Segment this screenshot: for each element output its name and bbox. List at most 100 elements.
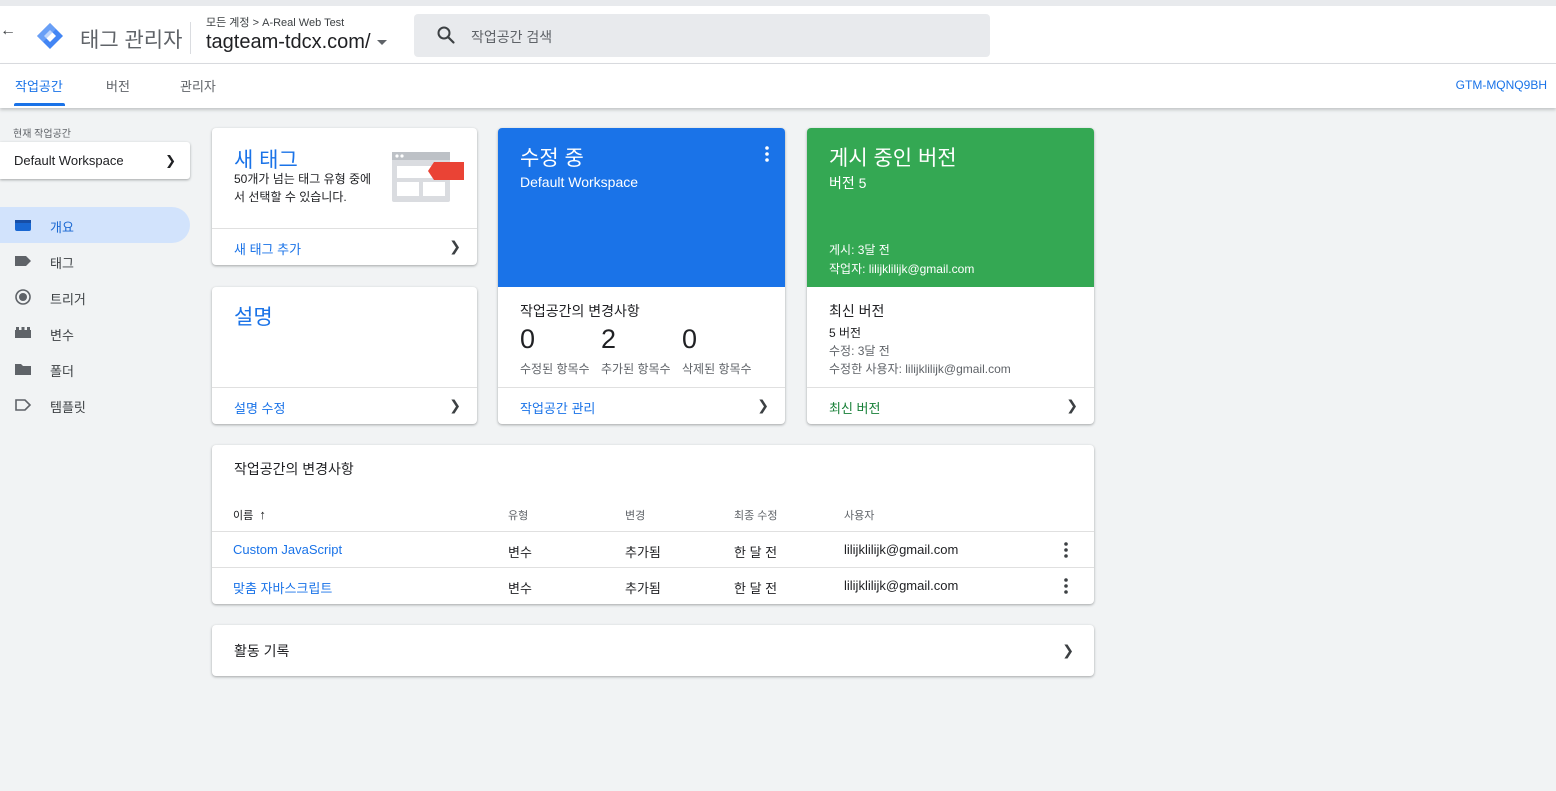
chevron-right-icon: ❯ (165, 153, 176, 168)
modified-count: 0 (520, 324, 536, 354)
deleted-stat: 0 삭제된 항목수 (682, 324, 752, 377)
search-icon (437, 26, 455, 44)
latest-modified-by: 수정한 사용자: lilijklilijk@gmail.com (829, 362, 1011, 376)
added-stat: 2 추가된 항목수 (601, 324, 671, 377)
sidebar-item-overview[interactable]: 개요 (0, 207, 190, 243)
row-last-modified: 한 달 전 (734, 545, 778, 560)
live-version-hero: 게시 중인 버전 버전 5 게시: 3달 전 작업자: lilijklilijk… (807, 128, 1094, 287)
row-user: lilijklilijk@gmail.com (844, 542, 959, 557)
column-header-last-modified[interactable]: 최종 수정 (734, 507, 778, 523)
current-workspace-label: 현재 작업공간 (13, 129, 71, 140)
sidebar-item-label: 트리거 (50, 292, 86, 307)
live-version-title: 게시 중인 버전 (829, 147, 957, 170)
sidebar-item-tags[interactable]: 태그 (0, 243, 190, 279)
description-title: 설명 (234, 306, 273, 329)
modified-stat: 0 수정된 항목수 (520, 324, 590, 377)
chevron-right-icon: ❯ (1066, 397, 1078, 413)
arrow-left-icon[interactable]: ← (0, 22, 16, 44)
edit-description-label: 설명 수정 (234, 401, 286, 416)
breadcrumb[interactable]: 모든 계정 > A-Real Web Test (206, 14, 344, 30)
table-row[interactable]: Custom JavaScript 변수 추가됨 한 달 전 lilijklil… (212, 532, 1094, 568)
workspace-search[interactable]: 작업공간 검색 (414, 14, 990, 57)
add-new-tag-link[interactable]: 새 태그 추가 ❯ (212, 228, 477, 265)
activity-history-label: 활동 기록 (234, 643, 290, 659)
latest-version-link[interactable]: 최신 버전 ❯ (807, 387, 1094, 424)
breadcrumb-account[interactable]: A-Real Web Test (262, 17, 344, 29)
more-vert-icon[interactable] (765, 146, 769, 162)
editing-title: 수정 중 (520, 147, 584, 170)
header-divider (190, 22, 191, 54)
latest-version-label: 최신 버전 (829, 401, 881, 416)
add-new-tag-label: 새 태그 추가 (234, 242, 302, 257)
latest-version-number: 5 버전 (829, 326, 862, 340)
edit-description-link[interactable]: 설명 수정 ❯ (212, 387, 477, 424)
chevron-right-icon: ❯ (449, 238, 461, 254)
live-version-number: 버전 5 (829, 175, 867, 191)
trigger-icon (15, 289, 31, 305)
sidebar-item-label: 개요 (50, 220, 74, 235)
chevron-right-icon: ❯ (449, 397, 461, 413)
row-user: lilijklilijk@gmail.com (844, 578, 959, 593)
sidebar-item-label: 템플릿 (50, 400, 86, 415)
column-header-name[interactable]: 이름 ↑ (233, 507, 266, 523)
tab-admin[interactable]: 관리자 (180, 76, 216, 95)
search-input[interactable]: 작업공간 검색 (471, 27, 552, 47)
folder-icon (15, 364, 31, 375)
container-selector[interactable]: tagteam-tdcx.com/ (206, 31, 387, 54)
caret-down-icon (376, 40, 387, 46)
editing-hero: 수정 중 Default Workspace (498, 128, 785, 287)
column-header-name-label: 이름 (233, 510, 254, 522)
tab-versions[interactable]: 버전 (106, 76, 130, 95)
row-name-link[interactable]: 맞춤 자바스크립트 (233, 578, 332, 597)
column-header-type[interactable]: 유형 (508, 507, 528, 523)
editing-workspace-name: Default Workspace (520, 174, 639, 190)
row-last-modified: 한 달 전 (734, 581, 778, 596)
breadcrumb-root[interactable]: 모든 계정 (206, 17, 250, 29)
row-type: 변수 (508, 545, 532, 560)
manage-workspaces-link[interactable]: 작업공간 관리 ❯ (498, 387, 785, 424)
sidebar-item-folders[interactable]: 폴더 (0, 351, 190, 387)
workspace-changes-table-title: 작업공간의 변경사항 (234, 461, 354, 477)
container-id[interactable]: GTM-MQNQ9BH (1456, 78, 1547, 92)
published-author: 작업자: lilijklilijk@gmail.com (829, 262, 975, 276)
sidebar-item-variables[interactable]: 변수 (0, 315, 190, 351)
variable-icon (15, 327, 31, 338)
workspace-changes-title: 작업공간의 변경사항 (520, 303, 640, 319)
manage-workspaces-label: 작업공간 관리 (520, 401, 596, 416)
sidebar-item-label: 태그 (50, 256, 74, 271)
deleted-label: 삭제된 항목수 (682, 362, 752, 376)
container-name: tagteam-tdcx.com/ (206, 31, 371, 53)
added-count: 2 (601, 324, 617, 354)
new-tag-description: 50개가 넘는 태그 유형 중에서 선택할 수 있습니다. (234, 172, 372, 204)
tab-bar: 작업공간 버전 관리자 GTM-MQNQ9BH (0, 64, 1556, 108)
tag-template-illustration (392, 152, 464, 202)
modified-label: 수정된 항목수 (520, 362, 590, 376)
activity-history-card[interactable]: 활동 기록 ❯ (212, 625, 1094, 676)
top-app-bar: ← 태그 관리자 모든 계정 > A-Real Web Test tagteam… (0, 0, 1556, 64)
deleted-count: 0 (682, 324, 698, 354)
tag-manager-logo (37, 23, 63, 49)
tab-workspace[interactable]: 작업공간 (15, 76, 63, 95)
description-card: 설명 설명 수정 ❯ (212, 287, 477, 424)
table-row[interactable]: 맞춤 자바스크립트 변수 추가됨 한 달 전 lilijklilijk@gmai… (212, 567, 1094, 603)
more-vert-icon[interactable] (1064, 542, 1068, 558)
tag-icon (15, 256, 31, 266)
live-version-card: 게시 중인 버전 버전 5 게시: 3달 전 작업자: lilijklilijk… (807, 128, 1094, 424)
template-icon (15, 399, 32, 411)
sidebar-item-templates[interactable]: 템플릿 (0, 387, 190, 423)
editing-card: 수정 중 Default Workspace 작업공간의 변경사항 0 수정된 … (498, 128, 785, 424)
row-change: 추가됨 (625, 581, 661, 596)
workspace-selector[interactable]: Default Workspace ❯ (0, 142, 190, 179)
overview-icon (15, 220, 31, 231)
row-name-link[interactable]: Custom JavaScript (233, 542, 342, 557)
column-header-user[interactable]: 사용자 (844, 507, 874, 523)
breadcrumb-separator: > (252, 17, 260, 29)
latest-version-title: 최신 버전 (829, 303, 885, 319)
published-time: 게시: 3달 전 (829, 243, 890, 257)
latest-modified-time: 수정: 3달 전 (829, 344, 890, 358)
column-header-change[interactable]: 변경 (625, 507, 645, 523)
chevron-right-icon: ❯ (757, 397, 769, 413)
more-vert-icon[interactable] (1064, 578, 1068, 594)
sidebar-item-triggers[interactable]: 트리거 (0, 279, 190, 315)
chevron-right-icon: ❯ (1062, 642, 1074, 658)
